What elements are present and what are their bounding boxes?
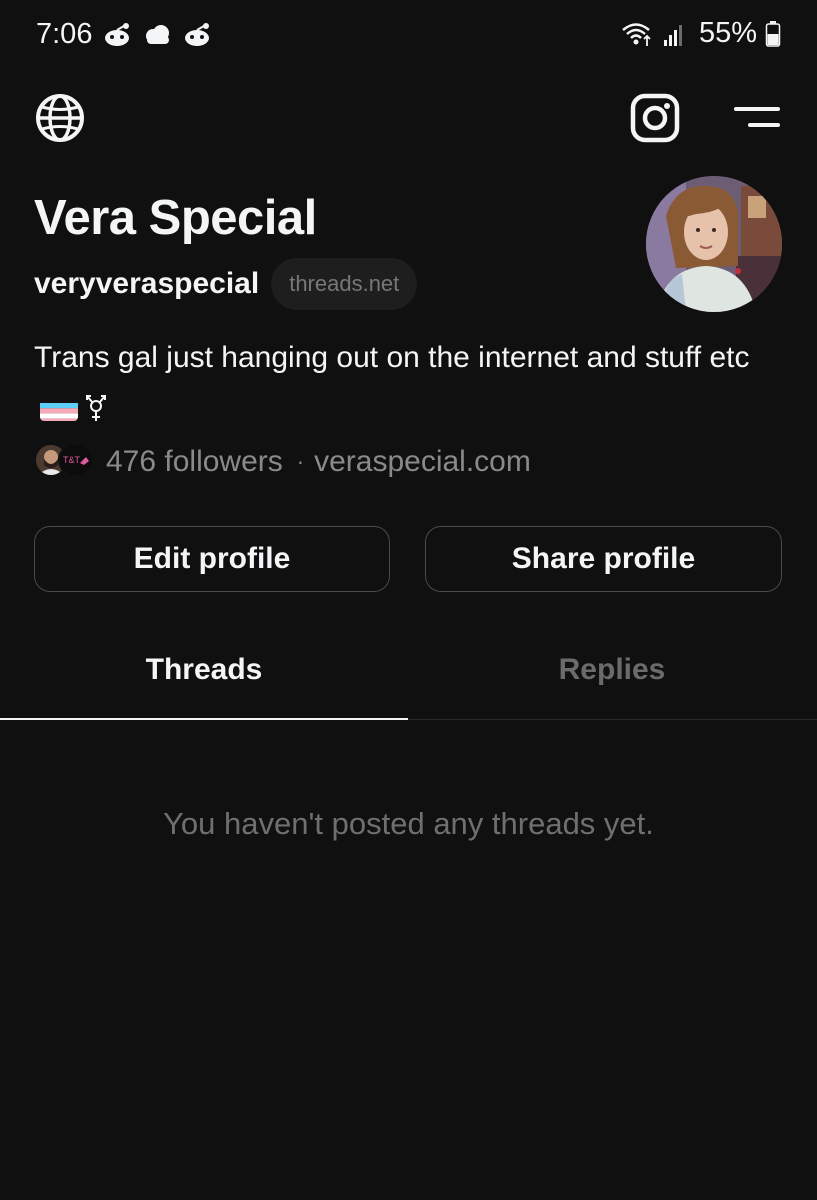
profile-photo [646,176,782,312]
tab-replies[interactable]: Replies [408,620,816,720]
bio-text: Trans gal just hanging out on the intern… [34,341,750,374]
transgender-symbol-icon [86,395,106,421]
reddit-icon [105,23,129,46]
tab-threads[interactable]: Threads [0,620,408,720]
followers-row: T&T 476 followers · veraspecial.com [34,440,531,484]
avatar[interactable] [646,176,782,312]
bio-emojis [40,393,108,423]
share-profile-button[interactable]: Share profile [425,526,782,592]
profile-handle: veryveraspecial [34,267,260,300]
battery-icon [765,20,781,47]
website-link[interactable]: veraspecial.com [314,445,531,479]
threads-domain-chip[interactable]: threads.net [271,258,418,310]
system-icons: 55% [621,17,781,50]
status-bar: 7:06 55% [0,0,817,72]
followers-count[interactable]: 476 followers [106,445,283,479]
menu-icon[interactable] [734,103,780,131]
follower-avatar: T&T [58,443,94,477]
battery-percentage: 55% [698,17,757,49]
follower-avatars[interactable]: T&T [34,443,96,481]
separator-dot: · [296,449,305,474]
edit-profile-button[interactable]: Edit profile [34,526,390,592]
signal-icon [663,24,682,46]
profile-name: Vera Special [34,191,317,245]
empty-state-message: You haven't posted any threads yet. [163,806,654,841]
reddit-icon [185,23,209,46]
transgender-flag-icon [40,395,78,421]
active-tab-indicator [0,718,408,720]
instagram-icon[interactable] [630,93,680,143]
globe-icon[interactable] [34,92,86,144]
wifi-icon [622,22,651,46]
status-time: 7:06 [36,18,93,50]
notification-icons [102,20,212,48]
handle-row: veryveraspecial threads.net [34,258,418,310]
cloud-icon [146,25,169,44]
svg-text:T&T: T&T [63,455,81,465]
bio: Trans gal just hanging out on the intern… [34,333,774,433]
threads-profile-screen: 7:06 55% Vera Special veryveraspecial th… [0,0,817,1200]
